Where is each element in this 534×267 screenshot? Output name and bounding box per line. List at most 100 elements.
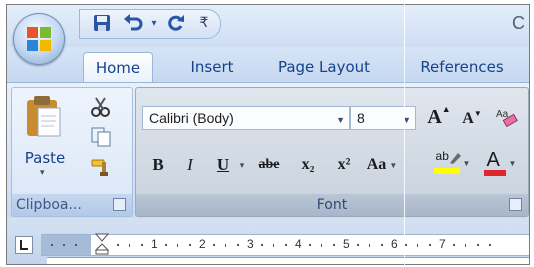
chevron-down-icon: ▼ (508, 158, 517, 168)
ruler-tick (465, 244, 466, 247)
ruler-tick (405, 244, 407, 246)
ruler-tick (477, 244, 479, 246)
text-highlight-button[interactable]: ab ▼ (432, 148, 472, 178)
shrink-font-label: A (462, 110, 474, 127)
ruler-number: 4 (295, 237, 302, 251)
italic-button[interactable]: I (180, 152, 200, 178)
tab-home[interactable]: Home (83, 52, 153, 83)
pen-icon (449, 153, 461, 164)
underline-button[interactable]: U (212, 152, 234, 178)
chevron-down-icon: ▼ (389, 160, 398, 170)
ruler-tick (309, 244, 311, 246)
ruler-tick (369, 244, 370, 247)
undo-icon[interactable] (120, 12, 146, 34)
font-dialog-launcher[interactable] (509, 198, 522, 211)
ruler-tick (51, 244, 53, 246)
cut-icon[interactable] (90, 96, 114, 118)
ruler-tick (141, 244, 143, 246)
font-size-value: 8 (357, 110, 365, 126)
word-window: ▾ ₹ C Home Insert Page Layout References (6, 4, 530, 265)
ruler-tick (117, 244, 119, 246)
ruler-tick (261, 244, 263, 246)
ruler-tick (321, 244, 322, 247)
ruler-tick (381, 244, 383, 246)
window-title: C (512, 13, 525, 33)
underline-dropdown-icon[interactable]: ▾ (236, 152, 248, 178)
superscript-button[interactable]: x² (330, 152, 358, 178)
document-page[interactable] (47, 257, 529, 264)
ruler-tick (285, 244, 287, 246)
ruler-tick (189, 244, 191, 246)
ruler-tick (63, 244, 65, 246)
ruler-tick (333, 244, 335, 246)
ruler-number: 5 (343, 237, 350, 251)
tab-references[interactable]: References (409, 52, 515, 82)
strikethrough-button[interactable]: abe (252, 152, 286, 178)
clear-formatting-button[interactable]: Aa (492, 104, 522, 130)
save-icon[interactable] (90, 12, 114, 34)
font-color-bar (483, 170, 506, 176)
office-button[interactable] (13, 13, 65, 65)
chevron-down-icon: ▼ (462, 158, 471, 168)
ruler-number: 3 (247, 237, 254, 251)
ruler-number: 7 (439, 237, 446, 251)
ruler-tick (129, 244, 130, 247)
copy-icon[interactable] (90, 126, 114, 148)
format-painter-icon[interactable] (90, 156, 114, 178)
ruler-number: 2 (199, 237, 206, 251)
ruler-number: 6 (391, 237, 398, 251)
clear-formatting-icon: Aa (496, 109, 518, 128)
office-logo-icon (27, 27, 51, 51)
font-color-icon: A (483, 149, 506, 177)
paste-button[interactable]: Paste ▾ (18, 94, 72, 180)
ruler-tick (225, 244, 226, 247)
clipboard-dialog-launcher[interactable] (113, 198, 126, 211)
ruler-number: 1 (151, 237, 158, 251)
ruler-tick (453, 244, 455, 246)
subscript-button[interactable]: x₂ (294, 152, 322, 178)
chevron-down-icon: ▼ (336, 115, 345, 125)
redo-icon[interactable] (164, 12, 188, 34)
ruler-tick (273, 244, 274, 247)
change-case-label: Aa (366, 156, 387, 173)
paste-label: Paste (24, 149, 66, 167)
ruler-tick (357, 244, 359, 246)
title-bar: ▾ ₹ C (7, 5, 529, 47)
ribbon: Paste ▾ Clipboa... Calibri (Body) ▼ 8 ▼ … (7, 82, 529, 219)
highlight-color-bar (433, 168, 460, 174)
change-case-button[interactable]: Aa ▼ (366, 152, 398, 178)
font-name-dropdown[interactable]: Calibri (Body) ▼ (142, 106, 350, 130)
horizontal-ruler[interactable]: 1 2 3 4 5 6 7 (41, 233, 529, 256)
font-name-value: Calibri (Body) (149, 110, 234, 126)
tab-page-layout[interactable]: Page Layout (269, 52, 379, 82)
grow-font-label: A (427, 105, 442, 128)
ruler-tick (429, 244, 431, 246)
font-color-button[interactable]: A ▼ (478, 148, 522, 178)
paste-dropdown-icon: ▾ (40, 168, 45, 178)
bold-button[interactable]: B (148, 152, 168, 178)
clipboard-group: Paste ▾ Clipboa... (11, 87, 133, 217)
ribbon-tabs: Home Insert Page Layout References (7, 47, 529, 83)
grow-font-button[interactable]: A ▲ (424, 104, 454, 130)
customize-qat-icon[interactable]: ₹ (196, 12, 212, 34)
divider-line (404, 0, 405, 267)
quick-access-toolbar: ▾ ₹ (79, 9, 221, 39)
ruler-tick (237, 244, 239, 246)
left-tab-icon (20, 240, 28, 250)
ruler-tick (75, 244, 77, 246)
ruler-tick (213, 244, 215, 246)
tab-insert[interactable]: Insert (175, 52, 249, 82)
ruler-left-margin (41, 235, 91, 255)
tab-selector[interactable] (15, 236, 33, 254)
shrink-font-button[interactable]: A ▼ (458, 106, 486, 132)
indent-marker-icon[interactable] (95, 233, 109, 255)
ruler-tick (177, 244, 178, 247)
font-color-label: A (486, 149, 500, 171)
font-group: Calibri (Body) ▼ 8 ▼ A ▲ A ▼ Aa B I U ▾ … (135, 87, 529, 217)
font-group-label: Font (136, 194, 528, 216)
ruler-tick (165, 244, 167, 246)
undo-dropdown-icon[interactable]: ▾ (148, 12, 160, 34)
highlighter-icon: ab (433, 149, 461, 177)
font-size-dropdown[interactable]: 8 ▼ (350, 106, 416, 130)
grow-arrow-icon: ▲ (441, 104, 451, 114)
